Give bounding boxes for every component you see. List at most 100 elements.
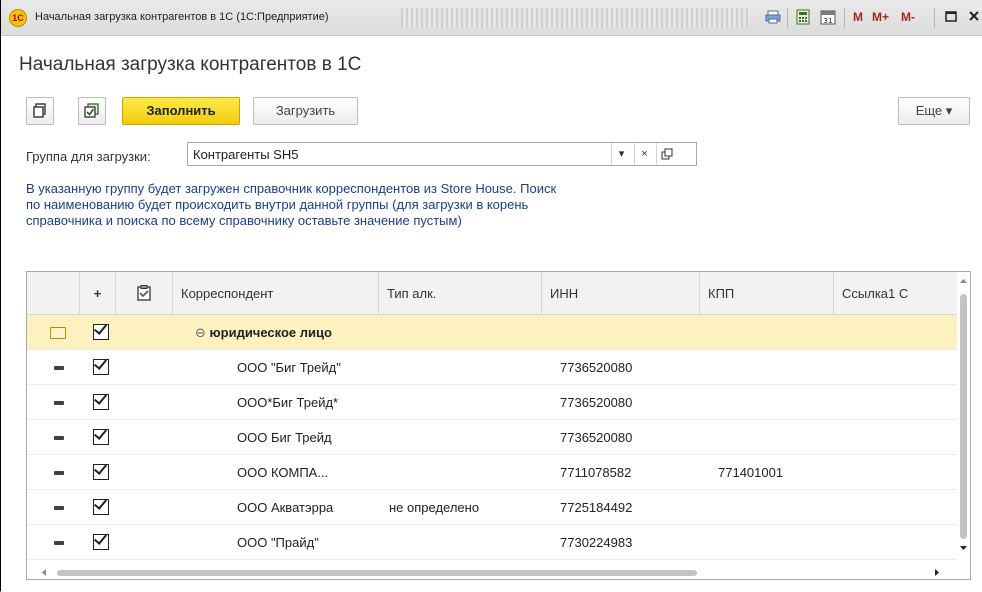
correspondent-cell: ООО*Биг Трейд* bbox=[237, 395, 339, 410]
separator bbox=[787, 8, 788, 28]
copy-icon bbox=[33, 103, 46, 118]
item-icon bbox=[54, 366, 64, 370]
group-field-value: Контрагенты SH5 bbox=[193, 147, 299, 162]
row-checkbox[interactable] bbox=[93, 359, 109, 375]
horizontal-scrollbar[interactable] bbox=[27, 566, 959, 579]
inn-cell: 7711078582 bbox=[560, 465, 632, 480]
correspondent-cell: ООО Биг Трейд bbox=[237, 430, 332, 445]
row-checkbox[interactable] bbox=[93, 394, 109, 410]
group-checkbox[interactable] bbox=[93, 324, 109, 340]
correspondent-cell: ООО "Биг Трейд" bbox=[237, 360, 341, 375]
check-all-icon bbox=[84, 103, 99, 118]
load-button[interactable]: Загрузить bbox=[253, 97, 358, 125]
alc-type-cell bbox=[389, 350, 539, 385]
inn-cell: 7730224983 bbox=[560, 535, 633, 550]
vertical-scrollbar[interactable] bbox=[957, 272, 970, 579]
alc-type-cell bbox=[389, 525, 539, 560]
column-header-alc-type[interactable]: Тип алк. bbox=[379, 272, 542, 315]
title-bar: 1С Начальная загрузка контрагентов в 1С … bbox=[1, 0, 982, 36]
horizontal-scroll-thumb[interactable] bbox=[57, 570, 697, 576]
memory-plus-button[interactable]: M+ bbox=[872, 10, 889, 24]
row-checkbox[interactable] bbox=[93, 429, 109, 445]
table-row[interactable]: ООО*Биг Трейд* 7736520080 bbox=[27, 385, 959, 420]
column-header-inn[interactable]: ИНН bbox=[542, 272, 700, 315]
hint-text: В указанную группу будет загружен справо… bbox=[26, 181, 557, 228]
separator bbox=[844, 8, 845, 28]
calculator-icon[interactable] bbox=[794, 9, 812, 27]
title-bar-pattern bbox=[401, 8, 749, 28]
window-title: Начальная загрузка контрагентов в 1С (1С… bbox=[35, 11, 329, 23]
app-window: 1С Начальная загрузка контрагентов в 1С … bbox=[0, 0, 982, 592]
correspondent-cell: ООО "Прайд" bbox=[237, 535, 319, 550]
column-header-clipboard[interactable] bbox=[116, 272, 173, 315]
page-title: Начальная загрузка контрагентов в 1С bbox=[19, 54, 362, 75]
check-all-button[interactable] bbox=[78, 97, 106, 125]
scroll-right-icon[interactable] bbox=[932, 566, 942, 579]
more-button[interactable]: Еще ▾ bbox=[898, 97, 970, 125]
print-icon[interactable] bbox=[764, 9, 782, 27]
maximize-icon[interactable] bbox=[943, 9, 959, 27]
group-field-label: Группа для загрузки: bbox=[26, 149, 151, 164]
copy-button[interactable] bbox=[26, 97, 54, 125]
table-header: + Корреспондент Тип алк. ИНН КПП Ссылка1… bbox=[27, 272, 959, 315]
vertical-scroll-thumb[interactable] bbox=[960, 294, 967, 539]
memory-button[interactable]: M bbox=[853, 10, 863, 24]
group-name-cell: ⊖ юридическое лицо bbox=[195, 315, 379, 350]
alc-type-cell: не определено bbox=[389, 500, 480, 515]
separator bbox=[934, 8, 935, 28]
column-header-correspondent[interactable]: Корреспондент bbox=[173, 272, 379, 315]
clipboard-icon bbox=[137, 285, 151, 301]
scroll-up-icon[interactable] bbox=[957, 276, 970, 286]
row-checkbox[interactable] bbox=[93, 534, 109, 550]
kpp-cell bbox=[718, 385, 828, 420]
item-icon bbox=[54, 506, 64, 510]
alc-type-cell bbox=[389, 385, 539, 420]
column-header-icon bbox=[27, 272, 80, 315]
kpp-cell: 771401001 bbox=[718, 465, 784, 480]
chevron-down-icon: ▾ bbox=[618, 148, 625, 160]
open-button[interactable] bbox=[656, 143, 676, 165]
row-checkbox[interactable] bbox=[93, 464, 109, 480]
group-name: юридическое лицо bbox=[209, 325, 332, 340]
table-row[interactable]: ООО "Биг Трейд" 7736520080 bbox=[27, 350, 959, 385]
table-group-row[interactable]: ⊖ юридическое лицо bbox=[27, 315, 959, 350]
table-row[interactable]: ООО Биг Трейд 7736520080 bbox=[27, 420, 959, 455]
inn-cell: 7736520080 bbox=[560, 395, 633, 410]
open-icon bbox=[661, 148, 672, 160]
svg-text:31: 31 bbox=[824, 17, 833, 25]
memory-minus-button[interactable]: M- bbox=[901, 10, 915, 24]
inn-cell: 7725184492 bbox=[560, 500, 633, 515]
item-icon bbox=[54, 401, 64, 405]
kpp-cell bbox=[718, 525, 828, 560]
item-icon bbox=[54, 436, 64, 440]
item-icon bbox=[54, 541, 64, 545]
table-row[interactable]: ООО Акватэрра не определено 7725184492 bbox=[27, 490, 959, 525]
table-row[interactable]: ООО КОМПА... 7711078582 771401001 bbox=[27, 455, 959, 490]
correspondent-cell: ООО КОМПА... bbox=[237, 465, 329, 480]
column-header-kpp[interactable]: КПП bbox=[700, 272, 834, 315]
inn-cell: 7736520080 bbox=[560, 360, 633, 375]
kpp-cell bbox=[718, 490, 828, 525]
row-checkbox[interactable] bbox=[93, 499, 109, 515]
dropdown-button[interactable]: ▾ bbox=[611, 143, 631, 165]
clear-icon: × bbox=[641, 148, 648, 160]
group-field[interactable]: Контрагенты SH5 ▾ × bbox=[187, 142, 697, 166]
app-logo-icon: 1С bbox=[9, 9, 27, 27]
fill-button[interactable]: Заполнить bbox=[122, 97, 240, 125]
collapse-icon[interactable]: ⊖ bbox=[195, 325, 206, 340]
item-icon bbox=[54, 471, 64, 475]
column-header-plus[interactable]: + bbox=[80, 272, 116, 315]
clear-button[interactable]: × bbox=[634, 143, 654, 165]
alc-type-cell bbox=[389, 420, 539, 455]
kpp-cell bbox=[718, 350, 828, 385]
folder-icon bbox=[50, 327, 66, 339]
correspondent-cell: ООО Акватэрра bbox=[237, 500, 334, 515]
column-header-link[interactable]: Ссылка1 С bbox=[834, 272, 959, 315]
correspondents-table[interactable]: + Корреспондент Тип алк. ИНН КПП Ссылка1… bbox=[26, 271, 971, 580]
scroll-left-icon[interactable] bbox=[39, 566, 49, 579]
scroll-down-icon[interactable] bbox=[957, 543, 970, 553]
table-row[interactable]: ООО "Прайд" 7730224983 bbox=[27, 525, 959, 560]
alc-type-cell bbox=[389, 455, 539, 490]
close-icon[interactable] bbox=[966, 9, 982, 27]
calendar-icon[interactable]: 31 bbox=[819, 9, 837, 27]
